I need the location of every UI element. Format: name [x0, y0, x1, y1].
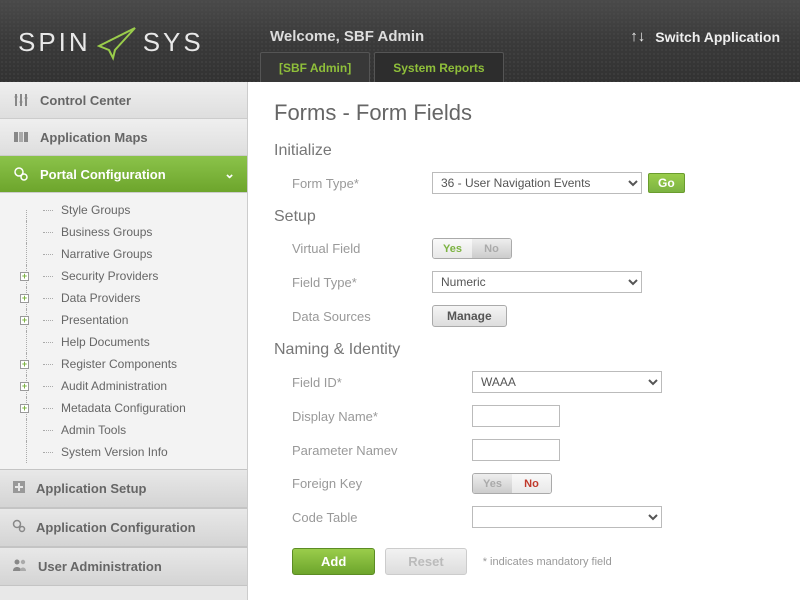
- tree-item-metadata-configuration[interactable]: +Metadata Configuration: [0, 397, 247, 419]
- tree-item-help-documents[interactable]: Help Documents: [0, 331, 247, 353]
- switch-application-button[interactable]: ↑↓ Switch Application: [630, 28, 780, 45]
- sidebar-tree: Style Groups Business Groups Narrative G…: [0, 193, 247, 469]
- row-virtual-field: Virtual Field Yes No: [274, 232, 774, 265]
- page-title: Forms - Form Fields: [274, 100, 774, 126]
- logo-text-right: SYS: [143, 27, 204, 58]
- expand-icon[interactable]: +: [20, 316, 29, 325]
- section-initialize: Initialize: [274, 142, 774, 160]
- content-area: Forms - Form Fields Initialize Form Type…: [248, 82, 800, 600]
- field-id-label: Field ID*: [292, 375, 472, 390]
- tree-item-audit-administration[interactable]: +Audit Administration: [0, 375, 247, 397]
- form-type-select[interactable]: 36 - User Navigation Events: [432, 172, 642, 194]
- data-sources-label: Data Sources: [292, 309, 432, 324]
- field-id-select[interactable]: WAAA: [472, 371, 662, 393]
- section-naming: Naming & Identity: [274, 341, 774, 359]
- field-type-select[interactable]: Numeric: [432, 271, 642, 293]
- header-tabs: [SBF Admin] System Reports: [260, 52, 508, 82]
- welcome-text: Welcome, SBF Admin: [270, 28, 424, 45]
- sidebar-item-label: Application Maps: [40, 130, 148, 145]
- expand-icon[interactable]: +: [20, 294, 29, 303]
- toggle-no[interactable]: No: [472, 239, 511, 258]
- row-foreign-key: Foreign Key Yes No: [274, 467, 774, 500]
- row-parameter-name: Parameter Namev: [274, 433, 774, 467]
- switch-label: Switch Application: [655, 29, 780, 45]
- sidebar-item-application-maps[interactable]: Application Maps: [0, 119, 247, 156]
- expand-icon[interactable]: +: [20, 360, 29, 369]
- row-field-type: Field Type* Numeric: [274, 265, 774, 299]
- row-form-type: Form Type* 36 - User Navigation Events G…: [274, 166, 774, 200]
- tree-item-style-groups[interactable]: Style Groups: [0, 199, 247, 221]
- tree-item-narrative-groups[interactable]: Narrative Groups: [0, 243, 247, 265]
- sidebar-item-label: Application Configuration: [36, 520, 196, 535]
- sidebar-item-label: Application Setup: [36, 481, 147, 496]
- row-display-name: Display Name*: [274, 399, 774, 433]
- manage-button[interactable]: Manage: [432, 305, 507, 327]
- swap-icon: ↑↓: [630, 28, 645, 45]
- sidebar-item-user-administration[interactable]: User Administration: [0, 547, 247, 586]
- row-field-id: Field ID* WAAA: [274, 365, 774, 399]
- go-button[interactable]: Go: [648, 173, 685, 193]
- gears-icon: [12, 519, 26, 536]
- tree-item-data-providers[interactable]: +Data Providers: [0, 287, 247, 309]
- main-layout: Control Center Application Maps Portal C…: [0, 82, 800, 600]
- virtual-field-label: Virtual Field: [292, 241, 432, 256]
- sidebar-item-label: Control Center: [40, 93, 131, 108]
- foreign-key-label: Foreign Key: [292, 476, 472, 491]
- form-type-label: Form Type*: [292, 176, 432, 191]
- mandatory-note: * indicates mandatory field: [483, 556, 612, 568]
- users-icon: [12, 558, 28, 575]
- plus-square-icon: [12, 480, 26, 497]
- display-name-label: Display Name*: [292, 409, 472, 424]
- tree-item-security-providers[interactable]: +Security Providers: [0, 265, 247, 287]
- logo-text-left: SPIN: [18, 27, 91, 58]
- tree-item-admin-tools[interactable]: Admin Tools: [0, 419, 247, 441]
- tree-item-system-version-info[interactable]: System Version Info: [0, 441, 247, 463]
- paper-plane-icon: [97, 22, 137, 62]
- tree-item-presentation[interactable]: +Presentation: [0, 309, 247, 331]
- toggle-no[interactable]: No: [512, 474, 551, 493]
- foreign-key-toggle[interactable]: Yes No: [472, 473, 552, 494]
- code-table-label: Code Table: [292, 510, 472, 525]
- gears-icon: [12, 165, 30, 183]
- parameter-name-input[interactable]: [472, 439, 560, 461]
- row-data-sources: Data Sources Manage: [274, 299, 774, 333]
- sidebar-item-label: Portal Configuration: [40, 167, 166, 182]
- display-name-input[interactable]: [472, 405, 560, 427]
- tree-item-business-groups[interactable]: Business Groups: [0, 221, 247, 243]
- parameter-name-label: Parameter Namev: [292, 443, 472, 458]
- expand-icon[interactable]: +: [20, 272, 29, 281]
- sidebar-item-label: User Administration: [38, 559, 162, 574]
- virtual-field-toggle[interactable]: Yes No: [432, 238, 512, 259]
- tab-sbf-admin[interactable]: [SBF Admin]: [260, 52, 370, 82]
- chevron-down-icon: ⌄: [224, 166, 235, 182]
- map-icon: [12, 128, 30, 146]
- sidebar-item-application-configuration[interactable]: Application Configuration: [0, 508, 247, 547]
- toggle-yes[interactable]: Yes: [473, 474, 512, 493]
- expand-icon[interactable]: +: [20, 382, 29, 391]
- app-header: SPIN SYS Welcome, SBF Admin ↑↓ Switch Ap…: [0, 0, 800, 82]
- tab-system-reports[interactable]: System Reports: [374, 52, 503, 82]
- row-code-table: Code Table: [274, 500, 774, 534]
- code-table-select[interactable]: [472, 506, 662, 528]
- sidebar: Control Center Application Maps Portal C…: [0, 82, 248, 600]
- reset-button[interactable]: Reset: [385, 548, 466, 575]
- logo: SPIN SYS: [18, 22, 204, 62]
- field-type-label: Field Type*: [292, 275, 432, 290]
- sidebar-item-portal-configuration[interactable]: Portal Configuration ⌄: [0, 156, 247, 193]
- sidebar-item-application-setup[interactable]: Application Setup: [0, 469, 247, 508]
- section-setup: Setup: [274, 208, 774, 226]
- sliders-icon: [12, 91, 30, 109]
- sidebar-item-control-center[interactable]: Control Center: [0, 82, 247, 119]
- add-button[interactable]: Add: [292, 548, 375, 575]
- tree-item-register-components[interactable]: +Register Components: [0, 353, 247, 375]
- toggle-yes[interactable]: Yes: [433, 239, 472, 258]
- expand-icon[interactable]: +: [20, 404, 29, 413]
- row-actions: Add Reset * indicates mandatory field: [274, 534, 774, 581]
